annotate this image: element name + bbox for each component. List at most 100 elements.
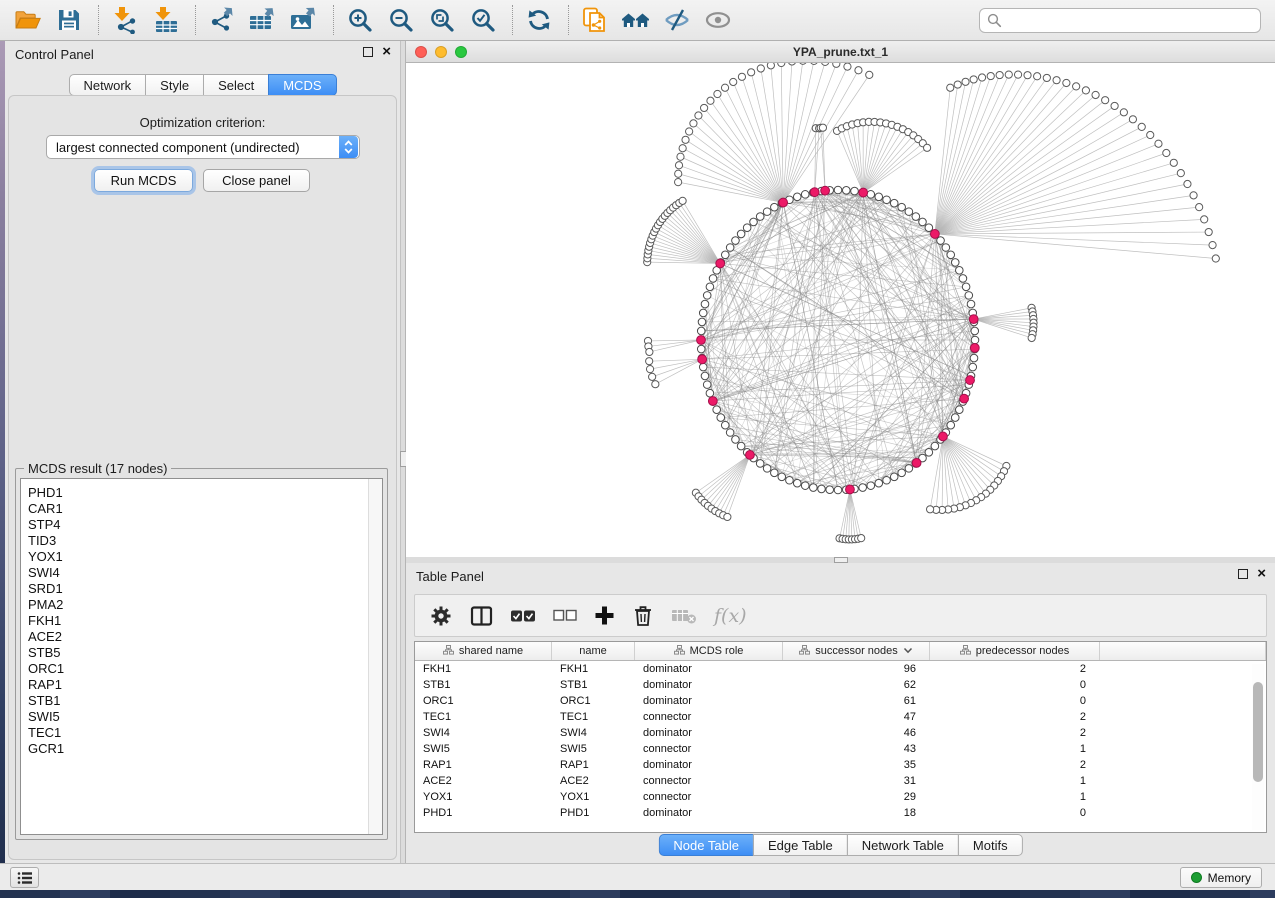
export-table-icon[interactable] — [247, 4, 279, 36]
cell: 0 — [930, 805, 1100, 821]
tab-network[interactable]: Network — [68, 74, 146, 96]
mcds-result-item[interactable]: TID3 — [21, 533, 382, 549]
mcds-result-item[interactable]: PHD1 — [21, 485, 382, 501]
cell: PHD1 — [415, 805, 552, 821]
close-panel-icon[interactable]: × — [1257, 568, 1266, 580]
column-header-shared-name[interactable]: shared name — [415, 642, 552, 660]
float-panel-icon[interactable] — [1238, 569, 1248, 579]
mcds-result-title: MCDS result (17 nodes) — [24, 461, 171, 476]
mcds-result-item[interactable]: CAR1 — [21, 501, 382, 517]
criterion-dropdown-value: largest connected component (undirected) — [47, 140, 339, 155]
optimization-criterion-label: Optimization criterion: — [9, 115, 396, 130]
mcds-result-item[interactable]: ACE2 — [21, 629, 382, 645]
tab-style[interactable]: Style — [145, 74, 204, 96]
open-file-icon[interactable] — [12, 4, 44, 36]
table-row[interactable]: ACE2ACE2connector311 — [415, 773, 1266, 789]
network-canvas[interactable] — [406, 63, 1275, 557]
tab-edge-table[interactable]: Edge Table — [753, 834, 848, 856]
clone-network-icon[interactable] — [579, 4, 611, 36]
mcds-result-item[interactable]: SRD1 — [21, 581, 382, 597]
mcds-result-item[interactable]: FKH1 — [21, 613, 382, 629]
zoom-in-icon[interactable] — [344, 4, 376, 36]
tab-mcds[interactable]: MCDS — [268, 74, 336, 96]
node-table: shared namenameMCDS rolesuccessor nodesp… — [414, 641, 1267, 833]
table-scrollbar[interactable] — [1252, 664, 1264, 830]
criterion-dropdown[interactable]: largest connected component (undirected) — [46, 135, 360, 159]
desktop-wallpaper-bottom — [0, 890, 1275, 898]
save-session-icon[interactable] — [53, 4, 85, 36]
table-row[interactable]: YOX1YOX1connector291 — [415, 789, 1266, 805]
export-network-icon[interactable] — [206, 4, 238, 36]
search-field[interactable] — [979, 8, 1261, 33]
mcds-result-item[interactable]: STB1 — [21, 693, 382, 709]
tab-select[interactable]: Select — [203, 74, 269, 96]
cell: ACE2 — [552, 773, 635, 789]
deselect-all-rows-icon[interactable] — [553, 609, 577, 622]
cell: 31 — [783, 773, 930, 789]
split-panel-icon[interactable] — [470, 605, 493, 627]
hide-selected-icon[interactable] — [661, 4, 693, 36]
table-row[interactable]: ORC1ORC1dominator610 — [415, 693, 1266, 709]
zoom-out-icon[interactable] — [385, 4, 417, 36]
table-scrollbar-thumb[interactable] — [1253, 682, 1263, 782]
list-scrollbar-track[interactable] — [368, 479, 382, 834]
column-header-MCDS-role[interactable]: MCDS role — [635, 642, 783, 660]
table-settings-icon[interactable] — [429, 604, 453, 628]
task-history-button[interactable] — [10, 867, 39, 888]
close-panel-icon[interactable]: × — [382, 46, 391, 58]
column-header-predecessor-nodes[interactable]: predecessor nodes — [930, 642, 1100, 660]
table-row[interactable]: SWI5SWI5connector431 — [415, 741, 1266, 757]
show-all-icon[interactable] — [702, 4, 734, 36]
memory-status-icon — [1191, 872, 1202, 883]
delete-column-icon[interactable] — [632, 604, 654, 627]
import-table-icon[interactable] — [150, 4, 182, 36]
column-header-name[interactable]: name — [552, 642, 635, 660]
select-all-rows-icon[interactable] — [510, 609, 536, 623]
table-row[interactable]: FKH1FKH1dominator962 — [415, 661, 1266, 677]
mcds-result-item[interactable]: SWI5 — [21, 709, 382, 725]
mcds-result-item[interactable]: GCR1 — [21, 741, 382, 757]
status-bar: Memory — [0, 863, 1275, 890]
table-toolbar: f(x) — [414, 594, 1267, 637]
cell: YOX1 — [415, 789, 552, 805]
cell: 96 — [783, 661, 930, 677]
cell: ORC1 — [415, 693, 552, 709]
tab-motifs[interactable]: Motifs — [958, 834, 1023, 856]
mcds-result-item[interactable]: PMA2 — [21, 597, 382, 613]
mcds-result-item[interactable]: STB5 — [21, 645, 382, 661]
mcds-result-item[interactable]: STP4 — [21, 517, 382, 533]
cell: STB1 — [552, 677, 635, 693]
cell: connector — [635, 741, 783, 757]
hierarchy-icon — [674, 645, 685, 658]
zoom-selected-icon[interactable] — [467, 4, 499, 36]
zoom-fit-icon[interactable] — [426, 4, 458, 36]
cell: 2 — [930, 709, 1100, 725]
table-row[interactable]: PHD1PHD1dominator180 — [415, 805, 1266, 821]
export-image-icon[interactable] — [288, 4, 320, 36]
close-panel-button[interactable]: Close panel — [203, 169, 310, 192]
mcds-result-item[interactable]: TEC1 — [21, 725, 382, 741]
mcds-result-item[interactable]: ORC1 — [21, 661, 382, 677]
add-column-icon[interactable] — [594, 605, 615, 626]
search-icon — [987, 13, 1002, 28]
column-header-successor-nodes[interactable]: successor nodes — [783, 642, 930, 660]
memory-button[interactable]: Memory — [1180, 867, 1262, 888]
tab-network-table[interactable]: Network Table — [847, 834, 959, 856]
mcds-result-item[interactable]: RAP1 — [21, 677, 382, 693]
mcds-result-item[interactable]: SWI4 — [21, 565, 382, 581]
table-row[interactable]: SWI4SWI4dominator462 — [415, 725, 1266, 741]
import-network-icon[interactable] — [109, 4, 141, 36]
float-panel-icon[interactable] — [363, 47, 373, 57]
control-panel-tabs: NetworkStyleSelectMCDS — [68, 74, 336, 96]
mcds-result-list[interactable]: PHD1CAR1STP4TID3YOX1SWI4SRD1PMA2FKH1ACE2… — [20, 478, 383, 835]
first-neighbors-icon[interactable] — [620, 4, 652, 36]
tab-node-table[interactable]: Node Table — [658, 834, 754, 856]
search-input[interactable] — [1002, 11, 1260, 31]
table-row[interactable]: STB1STB1dominator620 — [415, 677, 1266, 693]
cell: TEC1 — [415, 709, 552, 725]
table-row[interactable]: RAP1RAP1dominator352 — [415, 757, 1266, 773]
refresh-view-icon[interactable] — [523, 4, 555, 36]
mcds-result-item[interactable]: YOX1 — [21, 549, 382, 565]
table-row[interactable]: TEC1TEC1connector472 — [415, 709, 1266, 725]
run-mcds-button[interactable]: Run MCDS — [94, 169, 193, 192]
